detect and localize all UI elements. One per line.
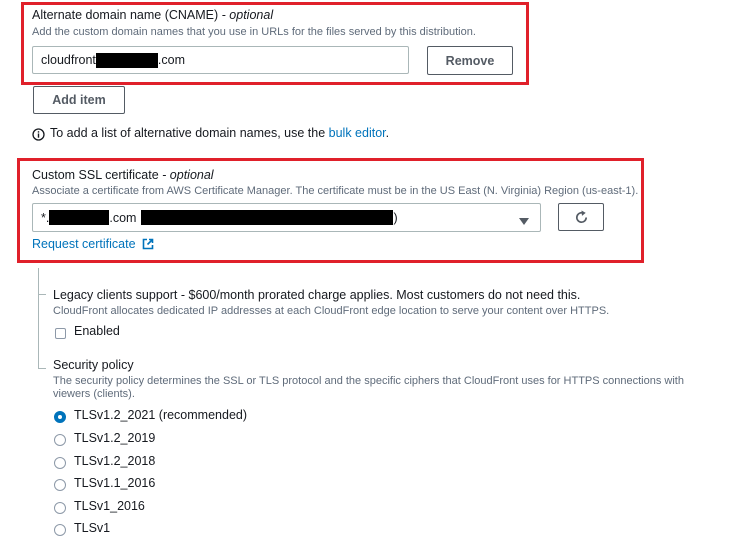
cname-description: Add the custom domain names that you use… bbox=[32, 26, 476, 38]
enabled-label: Enabled bbox=[74, 324, 120, 338]
security-policy-label: Security policy bbox=[53, 358, 134, 372]
radio-tlsv1-2-2019[interactable] bbox=[54, 434, 66, 446]
option-label: TLSv1.1_2016 bbox=[74, 476, 156, 490]
refresh-button[interactable] bbox=[558, 203, 604, 231]
legacy-clients-label: Legacy clients support - $600/month pror… bbox=[53, 288, 581, 302]
tree-line bbox=[38, 368, 46, 369]
redacted-text bbox=[49, 210, 110, 225]
info-text: To add a list of alternative domain name… bbox=[50, 126, 390, 140]
redacted-text bbox=[95, 52, 158, 68]
cname-label: Alternate domain name (CNAME) - optional bbox=[32, 8, 274, 22]
info-icon bbox=[32, 128, 45, 141]
tree-line bbox=[38, 294, 46, 295]
enabled-checkbox[interactable] bbox=[55, 328, 66, 339]
radio-tlsv1-1-2016[interactable] bbox=[54, 479, 66, 491]
redacted-text bbox=[141, 210, 394, 225]
remove-button[interactable]: Remove bbox=[427, 46, 513, 75]
option-label: TLSv1.2_2018 bbox=[74, 454, 156, 468]
option-label: TLSv1 bbox=[74, 521, 111, 535]
caret-down-icon[interactable] bbox=[519, 213, 529, 225]
cname-input[interactable]: cloudfront .com bbox=[32, 46, 409, 74]
option-label: TLSv1_2016 bbox=[74, 499, 145, 513]
security-policy-description: The security policy determines the SSL o… bbox=[53, 375, 684, 400]
external-link-icon bbox=[142, 238, 154, 250]
request-certificate-link[interactable]: Request certificate bbox=[32, 237, 154, 251]
radio-tlsv1-2-2018[interactable] bbox=[54, 457, 66, 469]
ssl-certificate-select[interactable]: *. .com ) bbox=[32, 203, 541, 232]
radio-tlsv1[interactable] bbox=[54, 524, 66, 536]
radio-tlsv1-2016[interactable] bbox=[54, 502, 66, 514]
refresh-icon bbox=[575, 209, 587, 223]
ssl-label: Custom SSL certificate - optional bbox=[32, 168, 214, 182]
ssl-description: Associate a certificate from AWS Certifi… bbox=[32, 185, 639, 197]
bulk-editor-link[interactable]: bulk editor bbox=[329, 126, 386, 140]
option-label: TLSv1.2_2021 (recommended) bbox=[74, 408, 248, 422]
tree-line bbox=[38, 268, 39, 369]
radio-tlsv1-2-2021[interactable] bbox=[54, 411, 66, 423]
option-label: TLSv1.2_2019 bbox=[74, 431, 156, 445]
legacy-clients-description: CloudFront allocates dedicated IP addres… bbox=[53, 305, 610, 317]
add-item-button[interactable]: Add item bbox=[33, 86, 125, 114]
